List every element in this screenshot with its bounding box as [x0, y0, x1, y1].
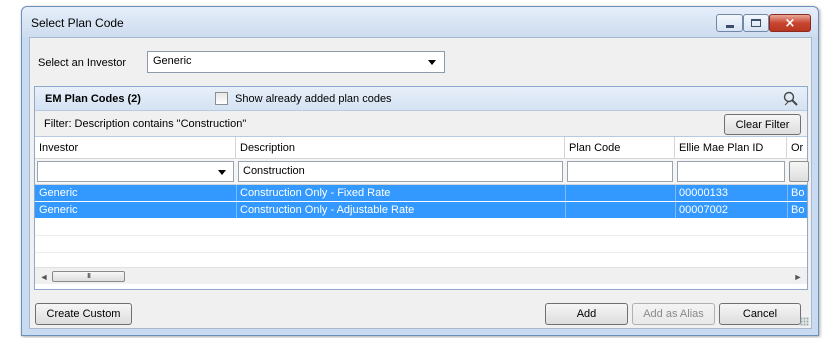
show-added-checkbox[interactable]: [215, 92, 228, 105]
column-header-overflow[interactable]: Or: [787, 137, 809, 159]
create-custom-button[interactable]: Create Custom: [35, 303, 132, 325]
plan-id-filter-input[interactable]: [677, 161, 785, 182]
cell-description: Construction Only - Adjustable Rate: [240, 204, 415, 216]
cell-overflow: Bo: [791, 187, 805, 199]
investor-filter-dropdown[interactable]: [37, 161, 234, 182]
close-button[interactable]: ×: [769, 14, 811, 32]
cancel-button[interactable]: Cancel: [719, 303, 801, 325]
close-icon: ×: [784, 15, 796, 31]
column-header-plan-code[interactable]: Plan Code: [565, 137, 675, 159]
dialog-title: Select Plan Code: [31, 16, 124, 30]
clear-filter-button[interactable]: Clear Filter: [724, 114, 801, 135]
cell-investor: Generic: [39, 187, 78, 199]
add-as-alias-button[interactable]: Add as Alias: [632, 303, 715, 325]
cell-investor: Generic: [39, 204, 78, 216]
select-plan-code-dialog: Select Plan Code × Select an Investor Ge…: [21, 6, 819, 336]
dialog-body: Select an Investor Generic EM Plan Codes…: [29, 37, 812, 329]
panel-header: EM Plan Codes (2) Show already added pla…: [35, 87, 807, 111]
show-added-label[interactable]: Show already added plan codes: [235, 93, 392, 105]
column-header-plan-id[interactable]: Ellie Mae Plan ID: [675, 137, 787, 159]
scrollbar-thumb[interactable]: III: [52, 271, 125, 282]
plan-code-filter-input[interactable]: [567, 161, 673, 182]
column-filter-row: Construction: [35, 159, 809, 185]
maximize-button[interactable]: [743, 14, 769, 32]
plan-codes-panel: EM Plan Codes (2) Show already added pla…: [34, 86, 809, 290]
minimize-button[interactable]: [716, 14, 743, 32]
investor-selected-value: Generic: [153, 55, 192, 67]
search-icon[interactable]: [782, 90, 800, 108]
table-row[interactable]: Generic Construction Only - Fixed Rate 0…: [35, 185, 807, 202]
investor-label: Select an Investor: [38, 57, 127, 69]
column-header-investor[interactable]: Investor: [35, 137, 236, 159]
chevron-down-icon: [428, 60, 436, 65]
filter-bar: Filter: Description contains "Constructi…: [35, 111, 807, 137]
scroll-left-icon[interactable]: ◄: [37, 270, 51, 283]
chevron-down-icon: [218, 170, 226, 175]
table-body: Generic Construction Only - Fixed Rate 0…: [35, 185, 807, 253]
maximize-icon: [751, 19, 761, 27]
column-divider: [565, 185, 566, 201]
table-row[interactable]: Generic Construction Only - Adjustable R…: [35, 202, 807, 219]
column-divider: [565, 202, 566, 218]
filter-description: Filter: Description contains "Constructi…: [44, 118, 247, 130]
table-row-empty: [35, 236, 807, 253]
cell-plan-id: 00007002: [679, 204, 728, 216]
title-bar[interactable]: Select Plan Code ×: [22, 7, 818, 37]
column-header-description[interactable]: Description: [236, 137, 565, 159]
panel-title: EM Plan Codes (2): [45, 93, 141, 105]
resize-grip-icon[interactable]: [800, 317, 809, 326]
column-headers: Investor Description Plan Code Ellie Mae…: [35, 137, 807, 159]
description-filter-input[interactable]: Construction: [238, 161, 563, 182]
horizontal-scrollbar[interactable]: ◄ III ►: [35, 267, 807, 284]
cell-plan-id: 00000133: [679, 187, 728, 199]
cell-overflow: Bo: [791, 204, 805, 216]
scroll-right-icon[interactable]: ►: [791, 270, 805, 283]
cell-description: Construction Only - Fixed Rate: [240, 187, 391, 199]
investor-dropdown[interactable]: Generic: [147, 51, 445, 73]
minimize-icon: [725, 24, 734, 28]
overflow-filter-button[interactable]: [789, 161, 809, 182]
add-button[interactable]: Add: [545, 303, 628, 325]
table-row-empty: [35, 219, 807, 236]
